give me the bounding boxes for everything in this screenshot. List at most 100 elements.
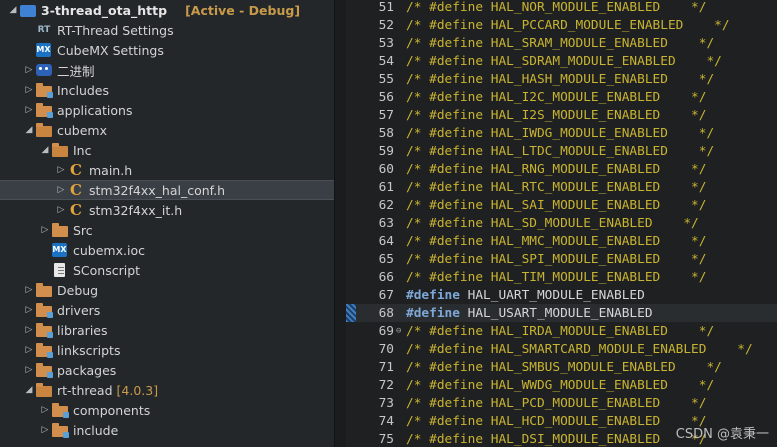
code-text: HAL_USART_MODULE_ENABLED xyxy=(459,305,653,321)
expanded-arrow-icon[interactable]: ◢ xyxy=(6,5,20,15)
tree-item-label: cubemx.ioc xyxy=(73,242,145,258)
code-line[interactable]: 66 /* #define HAL_TIM_MODULE_ENABLED */ xyxy=(346,268,777,286)
line-number: 69 xyxy=(378,323,394,339)
tree-item[interactable]: ▷ Src xyxy=(0,220,334,240)
expanded-arrow-icon[interactable]: ◢ xyxy=(22,125,36,135)
line-number: 53 xyxy=(378,35,394,51)
tree-item[interactable]: ▷ applications xyxy=(0,100,334,120)
code-line[interactable]: 68 #define HAL_USART_MODULE_ENABLED xyxy=(346,304,777,322)
code-line[interactable]: 69 ⊖/* #define HAL_IRDA_MODULE_ENABLED */ xyxy=(346,322,777,340)
collapsed-arrow-icon[interactable]: ▷ xyxy=(22,305,36,315)
code-line[interactable]: 72 /* #define HAL_WWDG_MODULE_ENABLED */ xyxy=(346,376,777,394)
code-line[interactable]: 51 /* #define HAL_NOR_MODULE_ENABLED */ xyxy=(346,0,777,16)
code-line[interactable]: 64 /* #define HAL_MMC_MODULE_ENABLED */ xyxy=(346,232,777,250)
code-line[interactable]: 52 /* #define HAL_PCCARD_MODULE_ENABLED *… xyxy=(346,16,777,34)
tree-item[interactable]: ◢ 3-thread_ota_http [Active - Debug] xyxy=(0,0,334,20)
ruler-gutter xyxy=(346,106,356,124)
ruler-gutter xyxy=(346,142,356,160)
ruler-gutter xyxy=(346,70,356,88)
line-number: 56 xyxy=(378,89,394,105)
tree-item[interactable]: ▷ Cmain.h xyxy=(0,160,334,180)
collapsed-arrow-icon[interactable]: ▷ xyxy=(38,225,52,235)
code-comment: /* #define HAL_LTDC_MODULE_ENABLED */ xyxy=(406,143,715,159)
tree-item[interactable]: ◢ rt-thread [4.0.3] xyxy=(0,380,334,400)
tree-item-label: 3-thread_ota_http xyxy=(41,2,168,18)
tree-item[interactable]: ▷ Includes xyxy=(0,80,334,100)
code-line[interactable]: 62 /* #define HAL_SAI_MODULE_ENABLED */ xyxy=(346,196,777,214)
code-line[interactable]: 53 /* #define HAL_SRAM_MODULE_ENABLED */ xyxy=(346,34,777,52)
tree-item-label: libraries xyxy=(57,322,108,338)
code-comment: /* #define HAL_SDRAM_MODULE_ENABLED */ xyxy=(406,53,722,69)
ruler-gutter xyxy=(346,430,356,447)
code-line[interactable]: 55 /* #define HAL_HASH_MODULE_ENABLED */ xyxy=(346,70,777,88)
collapsed-arrow-icon[interactable]: ▷ xyxy=(22,105,36,115)
code-comment: /* #define HAL_SMBUS_MODULE_ENABLED */ xyxy=(406,359,722,375)
code-line[interactable]: 63 /* #define HAL_SD_MODULE_ENABLED */ xyxy=(346,214,777,232)
code-line[interactable]: 67 #define HAL_UART_MODULE_ENABLED xyxy=(346,286,777,304)
tree-item-label: stm32f4xx_it.h xyxy=(89,202,183,218)
project-explorer-tree[interactable]: ◢ 3-thread_ota_http [Active - Debug] RT RT-T… xyxy=(0,0,334,447)
ruler-gutter xyxy=(346,88,356,106)
project-icon xyxy=(20,3,36,17)
code-comment: /* #define HAL_SD_MODULE_ENABLED */ xyxy=(406,215,699,231)
code-line[interactable]: 65 /* #define HAL_SPI_MODULE_ENABLED */ xyxy=(346,250,777,268)
code-comment: /* #define HAL_IRDA_MODULE_ENABLED */ xyxy=(406,323,715,339)
code-line[interactable]: 58 /* #define HAL_IWDG_MODULE_ENABLED */ xyxy=(346,124,777,142)
tree-item[interactable]: ▷ components xyxy=(0,400,334,420)
tree-item[interactable]: ▷ 二进制 xyxy=(0,60,334,80)
code-line[interactable]: 56 /* #define HAL_I2C_MODULE_ENABLED */ xyxy=(346,88,777,106)
collapsed-arrow-icon[interactable]: ▷ xyxy=(54,165,68,175)
collapsed-arrow-icon[interactable]: ▷ xyxy=(22,285,36,295)
tree-item[interactable]: ▷ include xyxy=(0,420,334,440)
collapsed-arrow-icon[interactable]: ▷ xyxy=(22,325,36,335)
collapsed-arrow-icon[interactable]: ▷ xyxy=(54,185,68,195)
tree-item[interactable]: ▷ Cstm32f4xx_hal_conf.h xyxy=(0,180,334,200)
tree-item[interactable]: RT RT-Thread Settings xyxy=(0,20,334,40)
tree-item-label: Src xyxy=(73,222,93,238)
tree-item[interactable]: MX cubemx.ioc xyxy=(0,240,334,260)
collapsed-arrow-icon[interactable]: ▷ xyxy=(22,65,36,75)
tree-item[interactable]: ▷ linkscripts xyxy=(0,340,334,360)
collapsed-arrow-icon[interactable]: ▷ xyxy=(22,345,36,355)
code-line[interactable]: 70 /* #define HAL_SMARTCARD_MODULE_ENABLE… xyxy=(346,340,777,358)
tree-item-label: Debug xyxy=(57,282,99,298)
ruler-gutter xyxy=(346,376,356,394)
code-line[interactable]: 59 /* #define HAL_LTDC_MODULE_ENABLED */ xyxy=(346,142,777,160)
tree-item[interactable]: ▷ Cstm32f4xx_it.h xyxy=(0,200,334,220)
tree-item[interactable]: ◢ cubemx xyxy=(0,120,334,140)
code-comment: /* #define HAL_SPI_MODULE_ENABLED */ xyxy=(406,251,707,267)
line-number: 55 xyxy=(378,71,394,87)
code-line[interactable]: 61 /* #define HAL_RTC_MODULE_ENABLED */ xyxy=(346,178,777,196)
expanded-arrow-icon[interactable]: ◢ xyxy=(38,145,52,155)
tree-item[interactable]: ◢ Inc xyxy=(0,140,334,160)
code-line[interactable]: 54 /* #define HAL_SDRAM_MODULE_ENABLED */ xyxy=(346,52,777,70)
ruler-gutter xyxy=(346,0,356,16)
code-line[interactable]: 73 /* #define HAL_PCD_MODULE_ENABLED */ xyxy=(346,394,777,412)
ruler-gutter xyxy=(346,52,356,70)
fold-toggle-icon[interactable]: ⊖ xyxy=(396,326,406,336)
active-config-tag: [Active - Debug] xyxy=(185,2,301,18)
code-line[interactable]: 57 /* #define HAL_I2S_MODULE_ENABLED */ xyxy=(346,106,777,124)
tree-item[interactable]: ▷ Debug xyxy=(0,280,334,300)
tree-item[interactable]: ▷ packages xyxy=(0,360,334,380)
collapsed-arrow-icon[interactable]: ▷ xyxy=(22,365,36,375)
tree-item[interactable]: ▷ drivers xyxy=(0,300,334,320)
code-line[interactable]: 60 /* #define HAL_RNG_MODULE_ENABLED */ xyxy=(346,160,777,178)
line-number: 51 xyxy=(378,0,394,15)
code-editor[interactable]: 51/* #define HAL_NOR_MODULE_ENABLED */52… xyxy=(346,0,777,447)
cubemx-file-icon: MX xyxy=(52,243,68,257)
expanded-arrow-icon[interactable]: ◢ xyxy=(22,385,36,395)
ruler-gutter xyxy=(346,214,356,232)
tree-item[interactable]: SConscript xyxy=(0,260,334,280)
line-number: 64 xyxy=(378,233,394,249)
collapsed-arrow-icon[interactable]: ▷ xyxy=(38,405,52,415)
c-header-file-icon: C xyxy=(70,161,82,179)
collapsed-arrow-icon[interactable]: ▷ xyxy=(38,425,52,435)
collapsed-arrow-icon[interactable]: ▷ xyxy=(22,85,36,95)
source-folder-icon xyxy=(52,423,69,438)
code-line[interactable]: 71 /* #define HAL_SMBUS_MODULE_ENABLED */ xyxy=(346,358,777,376)
tree-item[interactable]: ▷ libraries xyxy=(0,320,334,340)
collapsed-arrow-icon[interactable]: ▷ xyxy=(54,205,68,215)
tree-item[interactable]: MX CubeMX Settings xyxy=(0,40,334,60)
code-comment: /* #define HAL_RTC_MODULE_ENABLED */ xyxy=(406,179,707,195)
